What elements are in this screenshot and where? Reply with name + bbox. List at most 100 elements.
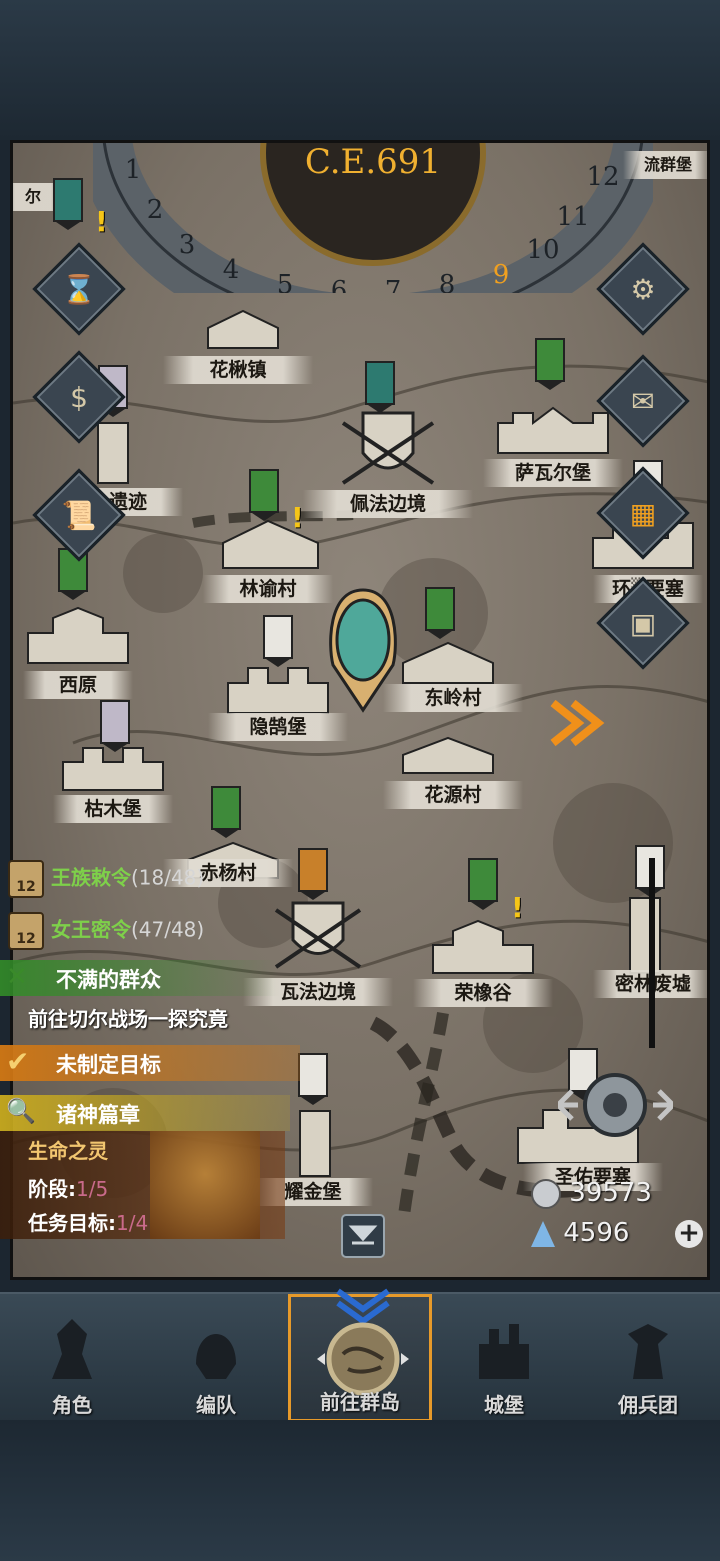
loc-label-sawal: 萨瓦尔堡 — [483, 459, 623, 487]
bottom-nav: 角色 编队 前往群岛 城堡 佣兵团 — [0, 1288, 720, 1422]
castle-icon-rongxiang[interactable] — [428, 913, 538, 978]
border-crossing-icon[interactable] — [333, 403, 443, 493]
banner-white-yaojin — [298, 1053, 328, 1105]
dial-month-4: 4 — [223, 255, 240, 285]
banner-green-linyu — [249, 469, 279, 521]
village-icon-huayuan[interactable] — [398, 733, 498, 778]
banner-green-rongxiang — [468, 858, 498, 910]
loc-label-topright: 流群堡 — [623, 151, 707, 179]
village-icon-dongling[interactable] — [398, 638, 498, 688]
knight-icon — [52, 1319, 92, 1379]
village-icon-linyu[interactable] — [218, 513, 328, 573]
decree-scroll-icon: 12 — [8, 860, 44, 898]
nav-islands[interactable]: 前往群岛 — [288, 1288, 432, 1422]
quest-unrest-header[interactable]: ✕ 不满的群众 — [0, 960, 280, 996]
loc-label-peifa: 佩法边境 — [303, 490, 473, 518]
quest-no-goal-title: 未制定目标 — [56, 1053, 161, 1077]
castle-icon-xiyuan[interactable] — [23, 598, 133, 668]
quest-no-goal-header[interactable]: ✔ 未制定目标 — [0, 1045, 300, 1081]
add-crystal-button[interactable]: + — [675, 1220, 703, 1248]
mail-icon: ✉ — [631, 384, 655, 418]
nav-formation[interactable]: 编队 — [144, 1294, 288, 1422]
dial-month-12: 12 — [586, 162, 619, 192]
bottom-background — [0, 1420, 720, 1561]
collapse-panel-button[interactable] — [340, 1213, 386, 1259]
scroll-icon: 📜 — [61, 498, 97, 532]
banner-green-dongling — [425, 587, 455, 639]
tower-icon-milin[interactable] — [625, 888, 665, 978]
top-background — [0, 0, 720, 140]
loc-label-kumu: 枯木堡 — [53, 795, 173, 823]
banner-green-sawal — [535, 338, 565, 390]
banner-teal-peifa — [365, 361, 395, 413]
chevron-down-icon — [336, 1288, 390, 1323]
loc-label-linyu: 林谕村 — [203, 575, 333, 603]
quest-gods-panel[interactable]: 生命之灵 阶段:1/5 任务目标:1/4 — [0, 1131, 285, 1239]
gear-icon: ⚙ — [630, 272, 656, 306]
castle-icon[interactable] — [493, 388, 613, 458]
calendar-dial[interactable]: 1 2 3 4 5 6 7 8 9 10 11 12 C.E.691 — [93, 140, 653, 293]
border-crossing-icon-wafa[interactable] — [268, 895, 368, 975]
dial-month-11: 11 — [556, 202, 589, 232]
era-year: C.E.691 — [305, 142, 441, 182]
dial-month-7: 7 — [385, 276, 402, 293]
mercenary-icon — [628, 1324, 668, 1379]
quest-queen-order-progress: (47/48) — [130, 917, 205, 942]
crystal-icon — [531, 1220, 555, 1247]
order-scroll-icon: 12 — [8, 912, 44, 950]
quest-gods-header[interactable]: 🔍 诸神篇章 — [0, 1095, 290, 1131]
quest-gods-sub: 生命之灵 — [28, 1139, 108, 1163]
nav-character[interactable]: 角色 — [0, 1294, 144, 1422]
crystal-resource: 4596 — [531, 1218, 629, 1248]
nav-castle[interactable]: 城堡 — [432, 1294, 576, 1422]
castle-icon-kumu[interactable] — [58, 740, 168, 795]
next-region-arrow-icon[interactable] — [543, 693, 613, 753]
spirit-portrait — [150, 1131, 260, 1239]
loc-label-dongling: 东岭村 — [383, 684, 523, 712]
quest-unrest-title: 不满的群众 — [56, 968, 161, 992]
magnifier-icon: 🔍 — [6, 1097, 36, 1125]
dial-month-10: 10 — [526, 235, 559, 265]
tower-icon-yaojin[interactable] — [295, 1101, 335, 1181]
banner-purple-kumu — [100, 700, 130, 752]
map-scrollbar[interactable] — [649, 858, 655, 1048]
banner-teal — [53, 178, 83, 230]
locate-button[interactable] — [558, 1065, 673, 1145]
dial-month-8: 8 — [439, 270, 456, 293]
hourglass-icon: ⌛ — [61, 272, 97, 306]
banner-green-chiyang — [211, 786, 241, 838]
tower-icon[interactable] — [88, 418, 138, 488]
dial-month-3: 3 — [179, 230, 196, 260]
dial-month-6: 6 — [331, 276, 348, 293]
window-icon: ▦ — [629, 496, 657, 530]
quest-queen-order-label: 女王密令 — [50, 917, 131, 942]
village-icon[interactable] — [203, 303, 283, 353]
quest-gods-title: 诸神篇章 — [56, 1103, 140, 1127]
castle-icon-yinhu[interactable] — [223, 658, 333, 718]
quest-royal-decree-progress: (18/48) — [130, 865, 205, 890]
quest-unrest-desc[interactable]: 前往切尔战场一探究竟 — [28, 1003, 228, 1032]
banner-orange-wafa — [298, 848, 328, 900]
target-check-icon: ✔ — [6, 1045, 30, 1078]
loc-label-yinhu: 隐鹄堡 — [208, 713, 348, 741]
quest-queen-order[interactable]: 12 女王密令(47/48) — [8, 912, 204, 950]
dial-month-1: 1 — [125, 155, 142, 185]
helmet-icon — [196, 1334, 236, 1379]
nav-mercenary[interactable]: 佣兵团 — [576, 1294, 720, 1422]
dial-month-5: 5 — [277, 270, 294, 293]
dial-month-2: 2 — [147, 195, 164, 225]
dial-month-9: 9 — [493, 260, 510, 290]
loc-label-huayuan: 花源村 — [383, 781, 523, 809]
money-bag-icon: $ — [70, 380, 88, 414]
silver-amount: 39573 — [569, 1178, 652, 1208]
loc-label-xiyuan: 西原 — [23, 671, 133, 699]
quest-gods-stage: 阶段:1/5 — [28, 1177, 109, 1201]
silver-coin-icon — [531, 1178, 561, 1209]
crate-icon: ▣ — [629, 606, 657, 640]
quest-gods-target: 任务目标:1/4 — [28, 1211, 149, 1235]
castle-nav-icon — [479, 1324, 529, 1379]
swords-icon: ✕ — [6, 962, 28, 992]
quest-royal-decree[interactable]: 12 王族敕令(18/48) — [8, 860, 204, 898]
banner-white-yinhu — [263, 615, 293, 667]
quest-royal-decree-label: 王族敕令 — [50, 865, 131, 890]
